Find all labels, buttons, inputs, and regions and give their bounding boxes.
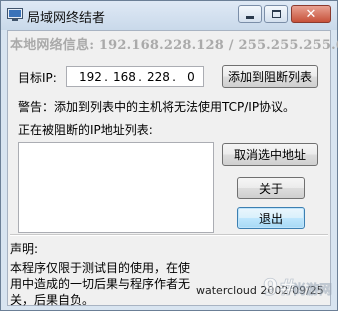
ip-octet-2[interactable]: 168 [113, 70, 136, 84]
blocked-ip-list[interactable] [18, 142, 214, 233]
maximize-button[interactable] [264, 5, 288, 23]
minimize-button[interactable] [238, 5, 262, 23]
dialog-body: 本地网络信息: 192.168.228.128 / 255.255.255.0 … [7, 30, 338, 307]
notice-label: 声明: [10, 242, 39, 256]
site-watermark-logo: 9# 尚游网 [263, 276, 332, 302]
exit-button[interactable]: 退出 [237, 207, 305, 229]
warning-text: 警告：添加到列表中的主机将无法使用TCP/IP协议。 [18, 100, 296, 114]
remove-selected-button[interactable]: 取消选中地址 [222, 143, 318, 166]
ip-octet-4[interactable]: 0 [181, 70, 201, 84]
close-icon: ✕ [305, 6, 317, 22]
close-button[interactable]: ✕ [291, 5, 331, 23]
ip-octet-1[interactable]: 192 [79, 70, 102, 84]
ip-octet-3[interactable]: 228 [147, 70, 170, 84]
divider [10, 235, 328, 236]
about-button[interactable]: 关于 [237, 177, 305, 199]
minimize-icon [246, 15, 254, 19]
network-app-icon [7, 8, 23, 21]
blocked-list-label: 正在被阻断的IP地址列表: [18, 123, 153, 137]
app-window: 局域网终结者 ✕ 本地网络信息: 192.168.228.128 / 255.2… [0, 0, 338, 311]
ip-dot: . [138, 69, 142, 84]
add-to-block-list-button[interactable]: 添加到阻断列表 [222, 65, 318, 88]
target-ip-input[interactable]: 192 . 168 . 228 . 0 [66, 66, 204, 87]
ip-dot: . [172, 69, 176, 84]
target-ip-label: 目标IP: [18, 71, 57, 85]
ip-dot: . [104, 69, 108, 84]
svg-text:尚游网: 尚游网 [293, 282, 332, 298]
maximize-icon [271, 10, 281, 18]
local-network-info: 本地网络信息: 192.168.228.128 / 255.255.255.0 [10, 38, 338, 53]
notice-text: 本程序仅限于测试目的使用，在使用中造成的一切后果与程序作者无关，后果自负。 [10, 261, 191, 307]
svg-text:9#: 9# [263, 276, 297, 301]
title-bar[interactable]: 局域网终结者 ✕ [1, 1, 337, 30]
window-title: 局域网终结者 [27, 11, 106, 26]
